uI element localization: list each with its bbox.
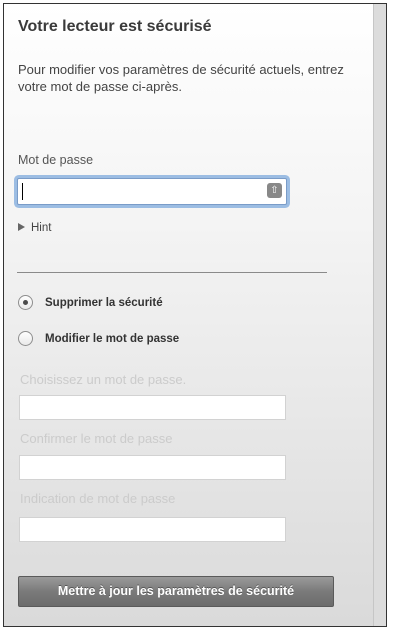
remove-security-option[interactable]: Supprimer la sécurité: [18, 294, 163, 312]
confirm-password-input[interactable]: [19, 455, 286, 480]
disclosure-triangle-icon: [18, 223, 25, 231]
password-hint-label: Indication de mot de passe: [20, 491, 176, 506]
remove-security-label: Supprimer la sécurité: [45, 296, 163, 309]
choose-password-label: Choisissez un mot de passe.: [20, 372, 187, 387]
section-divider: [17, 272, 327, 273]
panel-title: Votre lecteur est sécurisé: [18, 18, 212, 35]
scrollbar[interactable]: [373, 4, 386, 626]
keychain-icon[interactable]: ⇧: [267, 183, 282, 198]
text-caret: [22, 183, 23, 200]
hint-label: Hint: [31, 222, 52, 234]
change-password-option[interactable]: Modifier le mot de passe: [18, 330, 179, 348]
hint-disclosure[interactable]: Hint: [18, 222, 51, 234]
panel-description: Pour modifier vos paramètres de sécurité…: [18, 62, 344, 94]
change-password-label: Modifier le mot de passe: [45, 332, 180, 345]
update-security-button[interactable]: Mettre à jour les paramètres de sécurité: [18, 576, 334, 607]
password-hint-input[interactable]: [19, 517, 286, 542]
password-label: Mot de passe: [18, 153, 94, 167]
choose-password-input[interactable]: [19, 395, 286, 420]
remove-security-radio[interactable]: [18, 295, 33, 311]
password-input[interactable]: ⇧: [17, 178, 287, 205]
security-panel: Votre lecteur est sécurisé Pour modifier…: [3, 3, 387, 627]
confirm-password-label: Confirmer le mot de passe: [20, 431, 173, 446]
change-password-radio[interactable]: [18, 331, 33, 347]
